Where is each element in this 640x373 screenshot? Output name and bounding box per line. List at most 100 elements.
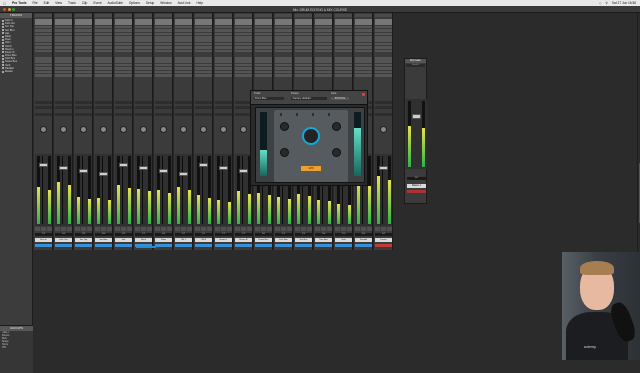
insert-slot[interactable] [75, 33, 92, 36]
send-slot[interactable] [375, 57, 392, 60]
input-io[interactable] [55, 101, 72, 104]
mute-button[interactable] [147, 227, 152, 231]
track-name[interactable]: Hat [115, 238, 132, 242]
master-name[interactable]: Master 1 [407, 184, 426, 188]
mute-button[interactable] [327, 227, 332, 231]
menu-view[interactable]: View [55, 1, 62, 5]
insert-slot[interactable] [235, 46, 252, 49]
insert-slot[interactable] [75, 19, 92, 22]
send-slot[interactable] [255, 60, 272, 63]
record-button[interactable] [335, 227, 340, 231]
insert-slot[interactable] [335, 39, 352, 42]
record-button[interactable] [355, 227, 360, 231]
mute-button[interactable] [187, 227, 192, 231]
send-slot[interactable] [315, 67, 332, 70]
record-button[interactable] [115, 227, 120, 231]
volume-readout[interactable]: -5.1 [175, 233, 192, 236]
insert-slot[interactable] [355, 26, 372, 29]
insert-slot[interactable] [215, 39, 232, 42]
insert-slot[interactable] [175, 26, 192, 29]
solo-button[interactable] [301, 227, 306, 231]
record-button[interactable] [95, 227, 100, 231]
solo-button[interactable] [161, 227, 166, 231]
output-io[interactable] [115, 106, 132, 109]
send-slot[interactable] [135, 71, 152, 74]
insert-slot[interactable] [275, 36, 292, 39]
send-slot[interactable] [115, 71, 132, 74]
pan-knob[interactable] [100, 126, 107, 133]
send-slot[interactable] [335, 60, 352, 63]
insert-slot[interactable] [155, 33, 172, 36]
insert-slot[interactable] [115, 46, 132, 49]
pan-knob[interactable] [160, 126, 167, 133]
insert-slot[interactable] [55, 43, 72, 46]
mode-tab-2[interactable] [296, 113, 298, 116]
insert-slot[interactable] [55, 26, 72, 29]
solo-button[interactable] [241, 227, 246, 231]
input-select[interactable] [75, 14, 92, 17]
send-slot[interactable] [315, 74, 332, 77]
menu-track[interactable]: Track [68, 1, 76, 5]
pan-knob[interactable] [80, 126, 87, 133]
insert-slot[interactable] [275, 39, 292, 42]
send-slot[interactable] [375, 67, 392, 70]
pan-knob[interactable] [40, 126, 47, 133]
send-slot[interactable] [155, 60, 172, 63]
insert-slot[interactable] [295, 33, 312, 36]
output-knob[interactable] [332, 122, 341, 131]
send-slot[interactable] [75, 71, 92, 74]
mute-button[interactable] [167, 227, 172, 231]
insert-slot[interactable] [95, 36, 112, 39]
send-slot[interactable] [115, 57, 132, 60]
send-slot[interactable] [255, 57, 272, 60]
volume-fader[interactable] [379, 166, 388, 170]
insert-slot[interactable] [155, 50, 172, 53]
record-button[interactable] [215, 227, 220, 231]
input-io[interactable] [175, 101, 192, 104]
volume-readout[interactable]: -1.2 [135, 233, 152, 236]
automation-mode[interactable] [75, 113, 92, 116]
send-slot[interactable] [275, 74, 292, 77]
insert-slot[interactable] [115, 39, 132, 42]
track-name[interactable]: Floor [155, 238, 172, 242]
output-io[interactable] [175, 106, 192, 109]
solo-button[interactable] [201, 227, 206, 231]
insert-slot[interactable] [275, 29, 292, 32]
input-io[interactable] [135, 101, 152, 104]
send-slot[interactable] [95, 60, 112, 63]
send-slot[interactable] [35, 64, 52, 67]
insert-slot[interactable] [375, 22, 392, 25]
volume-readout[interactable]: -2.1 [35, 233, 52, 236]
insert-slot[interactable] [95, 22, 112, 25]
track-name[interactable]: OH R [195, 238, 212, 242]
send-slot[interactable] [335, 64, 352, 67]
insert-slot[interactable] [315, 39, 332, 42]
record-button[interactable] [175, 227, 180, 231]
mode-tab-1[interactable] [280, 113, 282, 116]
send-slot[interactable] [135, 74, 152, 77]
mute-button[interactable] [307, 227, 312, 231]
insert-slot[interactable] [275, 19, 292, 22]
solo-button[interactable] [261, 227, 266, 231]
solo-button[interactable] [81, 227, 86, 231]
insert-slot[interactable] [35, 26, 52, 29]
send-slot[interactable] [315, 71, 332, 74]
mute-button[interactable] [347, 227, 352, 231]
insert-slot[interactable] [115, 22, 132, 25]
solo-button[interactable] [361, 227, 366, 231]
insert-slot[interactable] [275, 22, 292, 25]
insert-slot[interactable] [335, 26, 352, 29]
send-slot[interactable] [35, 67, 52, 70]
insert-slot[interactable] [215, 36, 232, 39]
volume-fader[interactable] [239, 169, 248, 173]
insert-slot[interactable] [35, 22, 52, 25]
insert-slot[interactable] [195, 19, 212, 22]
insert-slot[interactable] [95, 39, 112, 42]
track-name[interactable]: Kick In [35, 238, 52, 242]
menu-edit[interactable]: Edit [44, 1, 50, 5]
record-button[interactable] [315, 227, 320, 231]
insert-slot[interactable] [295, 36, 312, 39]
insert-slot[interactable] [95, 50, 112, 53]
insert-slot[interactable] [355, 50, 372, 53]
insert-slot[interactable] [255, 36, 272, 39]
